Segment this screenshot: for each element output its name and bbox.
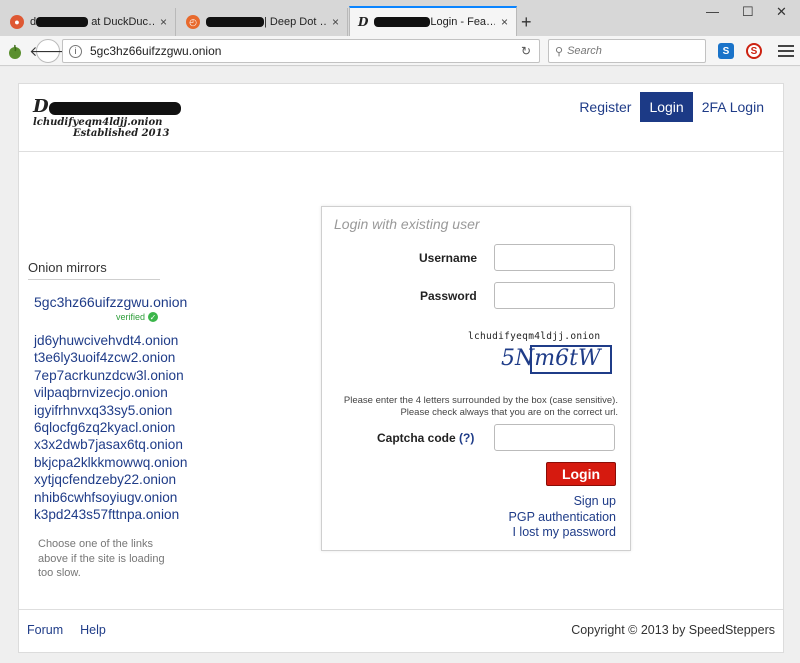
login-links: Sign up PGP authentication I lost my pas…: [509, 494, 616, 541]
back-button[interactable]: 🡐: [29, 39, 67, 63]
username-label: Username: [419, 251, 478, 265]
check-icon: ✓: [148, 312, 159, 322]
tab-login[interactable]: D Login - Fea… ×: [349, 6, 517, 36]
pgp-authentication-link[interactable]: PGP authentication: [509, 510, 616, 526]
search-icon: ⚲: [555, 45, 564, 58]
duckduckgo-icon: ●: [10, 15, 24, 29]
mirror-link[interactable]: t3e6ly3uoif4zcw2.onion: [34, 349, 218, 366]
tab-title: at DuckDuc…: [91, 16, 154, 28]
login-button[interactable]: Login: [546, 462, 616, 486]
mirror-link[interactable]: 7ep7acrkunzdcw3l.onion: [34, 367, 218, 384]
tab-deepdot[interactable]: ◴ | Deep Dot … ×: [178, 8, 348, 36]
hamburger-menu-icon[interactable]: [778, 42, 794, 60]
copyright: Copyright © 2013 by SpeedSteppers: [571, 623, 775, 637]
captcha-image: lchudifyeqm4ldjj.onion 5Nm6tW: [468, 331, 618, 381]
footer-forum-link[interactable]: Forum: [27, 623, 63, 637]
mirror-link[interactable]: x3x2dwb7jasax6tq.onion: [34, 436, 218, 453]
captcha-header: lchudifyeqm4ldjj.onion: [468, 331, 601, 342]
captcha-label: Captcha code (?): [377, 431, 474, 445]
site-logo[interactable]: D lchudifyeqm4ldjj.onion Established 201…: [33, 96, 181, 139]
mirror-link[interactable]: xytjqcfendzeby22.onion: [34, 471, 218, 488]
search-input[interactable]: ⚲ Search: [548, 39, 706, 63]
logo-established: Established 2013: [73, 128, 170, 139]
captcha-field[interactable]: [494, 424, 615, 451]
top-navigation: Register Login 2FA Login: [570, 92, 773, 122]
captcha-label-text: Captcha code: [377, 431, 456, 445]
username-field[interactable]: [494, 244, 615, 271]
footer-help-link[interactable]: Help: [80, 623, 106, 637]
mirror-link[interactable]: 6qlocfg6zq2kyacl.onion: [34, 419, 218, 436]
captcha-box: [530, 345, 612, 374]
tor-onion-icon[interactable]: [4, 41, 26, 63]
verified-label: verified: [116, 312, 146, 322]
tab-duckduckgo[interactable]: ● d at DuckDuc… ×: [2, 8, 176, 36]
mirror-link[interactable]: vilpaqbrnvizecjo.onion: [34, 384, 218, 401]
maximize-icon[interactable]: ☐: [742, 4, 754, 20]
reload-icon[interactable]: ↻: [521, 44, 531, 58]
lost-password-link[interactable]: I lost my password: [509, 525, 616, 541]
onion-mirrors-panel: Onion mirrors 5gc3hz66uifzzgwu.onion ver…: [28, 260, 218, 581]
mirror-link[interactable]: bkjcpa2klkkmowwq.onion: [34, 454, 218, 471]
page-container: D lchudifyeqm4ldjj.onion Established 201…: [18, 83, 784, 653]
verified-badge: verified ✓: [116, 312, 218, 322]
navigation-bar: 🡐 i 5gc3hz66uifzzgwu.onion ↻ ⚲ Search S …: [0, 36, 800, 66]
mirror-list: jd6yhuwcivehvdt4.onion t3e6ly3uoif4zcw2.…: [34, 332, 218, 523]
tab-strip: ● d at DuckDuc… × ◴ | Deep Dot … × D Log…: [0, 0, 800, 36]
mirror-link-main[interactable]: 5gc3hz66uifzzgwu.onion: [34, 294, 218, 310]
logo-initial: D: [33, 96, 49, 117]
nav-register[interactable]: Register: [570, 92, 640, 122]
signup-link[interactable]: Sign up: [509, 494, 616, 510]
mirror-note: Choose one of the links above if the sit…: [38, 538, 165, 580]
login-legend: Login with existing user: [334, 216, 480, 232]
mirror-link[interactable]: igyifrhnvxq33sy5.onion: [34, 402, 218, 419]
extension-s-icon[interactable]: S: [718, 43, 734, 59]
logo-redaction: [48, 102, 181, 115]
nav-2fa-login[interactable]: 2FA Login: [693, 92, 773, 122]
site-info-icon[interactable]: i: [69, 44, 82, 58]
url-text[interactable]: 5gc3hz66uifzzgwu.onion: [90, 44, 221, 58]
window-close-icon[interactable]: ✕: [776, 4, 787, 20]
tab-title: | Deep Dot …: [264, 16, 326, 28]
page-viewport: D lchudifyeqm4ldjj.onion Established 201…: [0, 67, 800, 663]
logo-onion-address: lchudifyeqm4ldjj.onion: [33, 117, 163, 128]
site-header: D lchudifyeqm4ldjj.onion Established 201…: [19, 84, 783, 152]
captcha-help-link[interactable]: (?): [459, 431, 474, 445]
site-footer: Forum Help Copyright © 2013 by SpeedStep…: [19, 609, 783, 653]
close-tab-icon[interactable]: ×: [332, 15, 339, 29]
minimize-icon[interactable]: —: [706, 4, 719, 19]
new-tab-button[interactable]: +: [521, 12, 532, 33]
site-d-icon: D: [358, 15, 369, 29]
mirrors-heading: Onion mirrors: [28, 260, 160, 280]
search-placeholder: Search: [567, 45, 602, 57]
nav-login[interactable]: Login: [640, 92, 693, 122]
footer-links: Forum Help: [27, 623, 106, 637]
password-field[interactable]: [494, 282, 615, 309]
close-tab-icon[interactable]: ×: [501, 15, 508, 29]
mirror-link[interactable]: jd6yhuwcivehvdt4.onion: [34, 332, 218, 349]
url-bar[interactable]: i 5gc3hz66uifzzgwu.onion ↻: [62, 39, 540, 63]
password-label: Password: [420, 289, 477, 303]
tab-title: Login - Fea…: [430, 16, 495, 28]
mirror-link[interactable]: nhib6cwhfsoyiugv.onion: [34, 489, 218, 506]
captcha-help-text: Please enter the 4 letters surrounded by…: [343, 395, 618, 418]
login-form: Login with existing user Username Passwo…: [321, 206, 631, 551]
mirror-link[interactable]: k3pd243s57fttnpa.onion: [34, 506, 218, 523]
deepdot-icon: ◴: [186, 15, 200, 29]
noscript-icon[interactable]: S: [746, 43, 762, 59]
close-tab-icon[interactable]: ×: [160, 15, 167, 29]
